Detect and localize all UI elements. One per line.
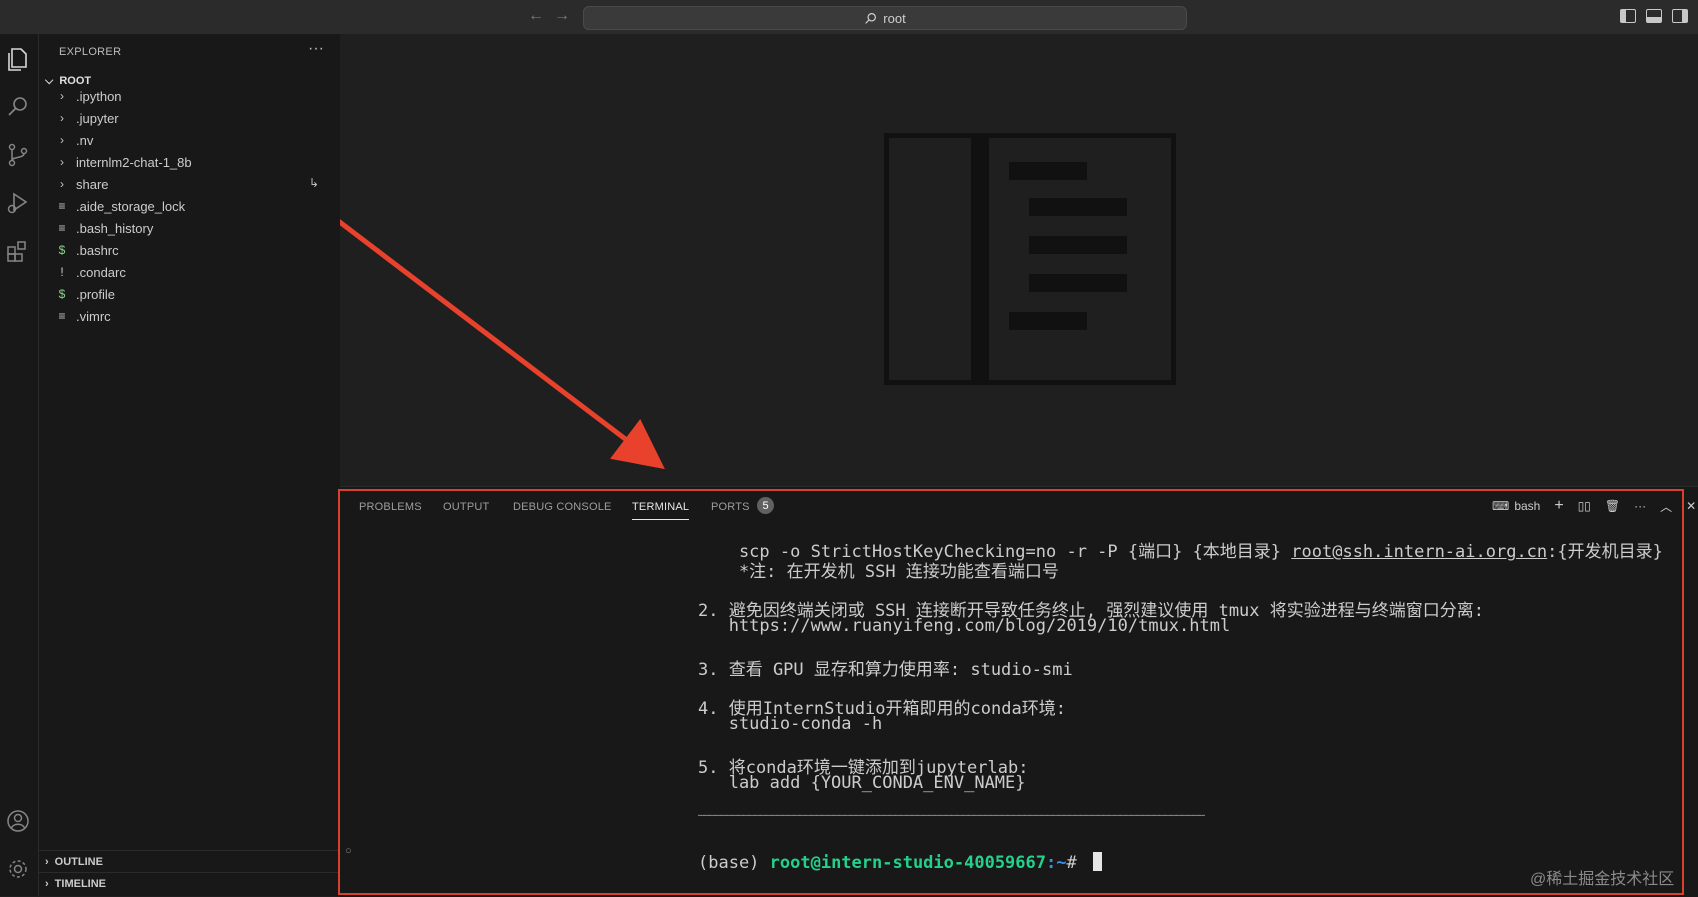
terminal-line: lab add {YOUR_CONDA_ENV_NAME} xyxy=(698,773,1026,793)
tree-item-label: .aide_storage_lock xyxy=(76,198,186,214)
chevron-up-icon[interactable]: ︿ xyxy=(1660,498,1672,515)
outline-label: OUTLINE xyxy=(54,856,103,868)
terminal-line: studio-conda -h xyxy=(698,714,883,734)
extensions-icon[interactable] xyxy=(3,236,33,266)
chevron-right-icon: › xyxy=(45,856,49,868)
outline-section[interactable]: › OUTLINE xyxy=(39,850,340,873)
ssh-link[interactable]: root@ssh.intern-ai.org.cn xyxy=(1291,542,1547,562)
arrow-left-icon[interactable]: ← xyxy=(528,7,544,25)
yaml-file-icon: ! xyxy=(60,265,64,279)
account-icon[interactable] xyxy=(3,806,33,836)
tree-file-item[interactable]: $ .bashrc xyxy=(39,239,340,261)
tab-output[interactable]: OUTPUT xyxy=(443,501,489,513)
tree-item-label: .profile xyxy=(76,286,116,302)
tree-item-label: .vimrc xyxy=(76,308,111,324)
tab-ports[interactable]: PORTS xyxy=(711,501,750,513)
more-icon[interactable]: ··· xyxy=(1634,499,1646,513)
terminal-cursor xyxy=(1092,852,1102,871)
chevron-right-icon: › xyxy=(60,155,64,169)
command-center-search[interactable]: root xyxy=(583,6,1187,30)
tree-item-label: .bashrc xyxy=(76,242,119,258)
toggle-secondary-sidebar-icon[interactable] xyxy=(1672,9,1688,23)
bottom-panel: PROBLEMS OUTPUT DEBUG CONSOLE TERMINAL P… xyxy=(340,486,1698,897)
new-terminal-icon[interactable]: + xyxy=(1554,497,1563,515)
tab-problems[interactable]: PROBLEMS xyxy=(359,501,422,513)
toggle-primary-sidebar-icon[interactable] xyxy=(1620,9,1636,23)
terminal-line: 3. 查看 GPU 显存和算力使用率: studio-smi xyxy=(698,660,1073,680)
terminal-line: *注: 在开发机 SSH 连接功能查看端口号 xyxy=(698,562,1059,582)
watermark-text: @稀土掘金技术社区 xyxy=(1530,871,1675,888)
more-actions-icon[interactable]: ··· xyxy=(308,40,324,58)
tree-file-item[interactable]: ≡ .bash_history xyxy=(39,217,340,239)
tree-item-label: .ipython xyxy=(76,88,122,104)
timeline-label: TIMELINE xyxy=(54,878,107,890)
tmux-link[interactable]: https://www.ruanyifeng.com/blog/2019/10/… xyxy=(698,616,1231,636)
tree-item-label: .bash_history xyxy=(76,220,154,236)
search-icon[interactable] xyxy=(3,92,33,122)
gear-icon[interactable] xyxy=(3,854,33,884)
terminal-name: bash xyxy=(1514,499,1541,513)
trash-icon[interactable]: 🗑 xyxy=(1605,499,1620,513)
tree-item-label: share xyxy=(76,176,109,192)
tree-folder-item[interactable]: › share xyxy=(39,173,340,195)
close-icon[interactable]: ✕ xyxy=(1686,499,1696,513)
source-control-icon[interactable] xyxy=(3,140,33,170)
active-tab-indicator xyxy=(632,519,689,520)
command-decoration-icon: ○ xyxy=(345,845,352,857)
tree-item-label: .nv xyxy=(76,132,94,148)
tree-folder-item[interactable]: › internlm2-chat-1_8b xyxy=(39,151,340,173)
explorer-sidebar: EXPLORER ··· ⌵ ROOT › .ipython › .jupyter ›.… xyxy=(39,34,341,896)
tab-debug-console[interactable]: DEBUG CONSOLE xyxy=(513,501,612,513)
terminal-prompt: (base) root@intern-studio-40059667:~# xyxy=(698,852,1102,873)
tree-file-item[interactable]: ≡ .aide_storage_lock xyxy=(39,195,340,217)
chevron-right-icon: › xyxy=(60,89,64,103)
chevron-right-icon: › xyxy=(60,111,64,125)
tree-item-label: .jupyter xyxy=(76,110,119,126)
terminal-actions: ⌨ bash + ▯▯ 🗑 ··· ︿ ✕ xyxy=(1492,497,1696,515)
title-bar: ← → root xyxy=(0,0,1698,35)
ports-count-badge: 5 xyxy=(757,497,774,514)
text-file-icon: ≡ xyxy=(58,221,66,235)
terminal-separator: ————————————————————————————————————————… xyxy=(698,808,1205,821)
shell-file-icon: $ xyxy=(58,287,66,301)
terminal-profile[interactable]: ⌨ bash xyxy=(1492,499,1540,513)
tree-folder-item[interactable]: › .jupyter xyxy=(39,107,340,129)
tab-terminal[interactable]: TERMINAL xyxy=(632,501,689,513)
arrow-right-icon[interactable]: → xyxy=(554,7,570,25)
files-icon[interactable] xyxy=(3,44,33,74)
tree-folder-item[interactable]: › .ipython xyxy=(39,85,340,107)
chevron-right-icon: › xyxy=(45,878,49,890)
activity-bar xyxy=(0,34,39,896)
tree-file-item[interactable]: ! .condarc xyxy=(39,261,340,283)
red-annotation-arrow xyxy=(340,219,665,470)
split-terminal-icon[interactable]: ▯▯ xyxy=(1578,499,1591,513)
search-text: root xyxy=(883,10,906,26)
editor-area xyxy=(340,34,1698,486)
shell-file-icon: $ xyxy=(58,243,66,257)
symlink-icon: ↳ xyxy=(309,176,320,190)
tree-file-item[interactable]: $ .profile xyxy=(39,283,340,305)
search-icon xyxy=(865,12,877,24)
terminal-icon: ⌨ xyxy=(1492,499,1510,513)
explorer-title: EXPLORER xyxy=(59,46,122,58)
text-file-icon: ≡ xyxy=(58,309,66,323)
chevron-right-icon: › xyxy=(60,177,64,191)
timeline-section[interactable]: › TIMELINE xyxy=(39,872,340,895)
tree-item-label: internlm2-chat-1_8b xyxy=(76,154,192,170)
tree-folder-item[interactable]: › .nv xyxy=(39,129,340,151)
tree-file-item[interactable]: ≡ .vimrc xyxy=(39,305,340,327)
chevron-right-icon: › xyxy=(60,133,64,147)
tree-item-label: .condarc xyxy=(76,264,126,280)
toggle-panel-icon[interactable] xyxy=(1646,9,1662,23)
text-file-icon: ≡ xyxy=(58,199,66,213)
run-debug-icon[interactable] xyxy=(3,188,33,218)
